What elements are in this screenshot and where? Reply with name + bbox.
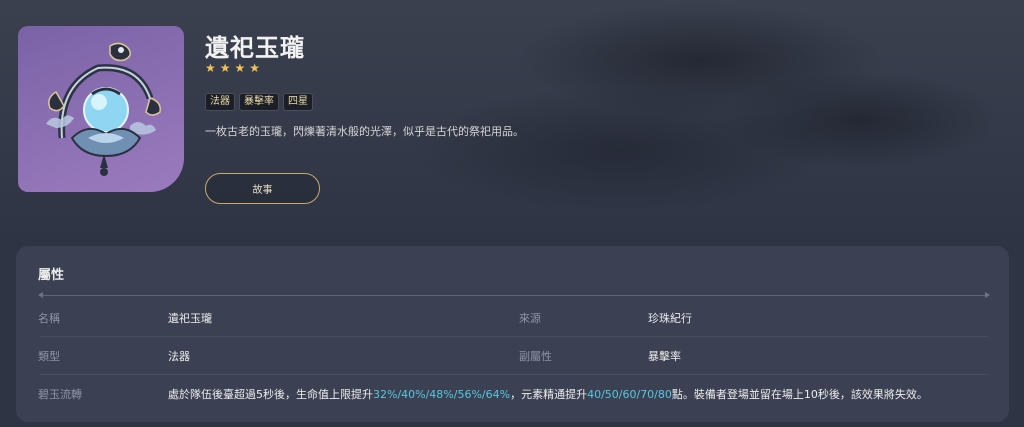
attributes-title: 屬性: [38, 268, 65, 283]
type-value: 法器: [168, 350, 190, 363]
substat-label: 副屬性: [519, 350, 552, 363]
em-scaling: 40/50/60/70/80: [587, 388, 672, 401]
star-icon: ★: [249, 61, 261, 75]
star-icon: ★: [205, 61, 216, 75]
name-value: 遺祀玉瓏: [168, 312, 212, 325]
hp-scaling: 32%/40%/48%/56%/64%: [373, 388, 511, 401]
substat-value: 暴擊率: [648, 350, 681, 363]
name-label: 名稱: [38, 312, 60, 325]
source-value: 珍珠紀行: [648, 312, 692, 325]
section-divider: [38, 292, 990, 298]
passive-text-3: 點。裝備者登場並留在場上10秒後，該效果將失效。: [671, 388, 928, 401]
star-icon: ★: [234, 61, 246, 75]
tag-list: 法器 暴擊率 四星: [205, 93, 313, 111]
story-button[interactable]: 故事: [205, 173, 320, 204]
tag-weapon-type: 法器: [205, 93, 235, 111]
passive-text-1: 處於隊伍後臺超過5秒後，生命值上限提升: [168, 388, 373, 401]
weapon-description: 一枚古老的玉瓏，閃爍著清水般的光澤，似乎是古代的祭祀用品。: [205, 125, 524, 138]
passive-label: 碧玉流轉: [38, 388, 82, 401]
source-label: 來源: [519, 312, 541, 325]
attributes-panel: 屬性 名稱 遺祀玉瓏 來源 珍珠紀行 類型 法器 副屬性 暴擊率 碧玉流轉 處於…: [16, 246, 1009, 422]
tag-rarity: 四星: [283, 93, 313, 111]
passive-text-2: ，元素精通提升: [510, 388, 588, 401]
tag-substat: 暴擊率: [239, 93, 279, 111]
passive-effect: 處於隊伍後臺超過5秒後，生命值上限提升32%/40%/48%/56%/64%，元…: [168, 386, 928, 402]
row-divider: [40, 374, 988, 375]
weapon-name: 遺祀玉瓏: [205, 33, 305, 62]
weapon-artwork-icon: [46, 42, 162, 176]
star-icon: ★: [219, 61, 231, 75]
type-label: 類型: [38, 350, 60, 363]
row-divider: [40, 336, 988, 337]
weapon-card: [18, 26, 184, 192]
rarity-stars: ★ ★ ★ ★: [205, 62, 260, 74]
